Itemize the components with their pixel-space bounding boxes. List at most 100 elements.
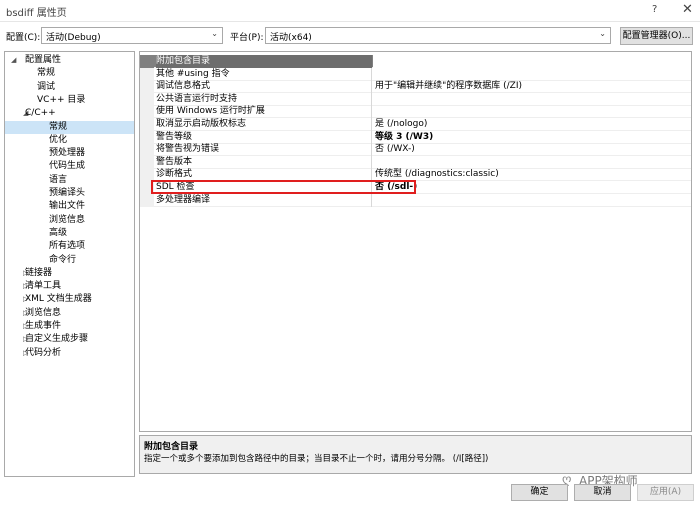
close-button[interactable]: ✕	[682, 2, 693, 17]
property-row[interactable]: SDL 检查否 (/sdl-)	[140, 181, 691, 194]
property-value[interactable]: 否 (/sdl-)	[375, 181, 685, 194]
tree-item[interactable]: VC++ 目录	[5, 94, 134, 107]
property-row[interactable]: 公共语言运行时支持	[140, 92, 691, 106]
description-pane: 附加包含目录 指定一个或多个要添加到包含路径中的目录；当目录不止一个时，请用分号…	[139, 435, 692, 474]
property-row[interactable]: 多处理器编译	[140, 193, 691, 207]
tree-item[interactable]: ▷ 链接器	[5, 267, 134, 280]
collapse-icon[interactable]: ◢	[11, 54, 16, 67]
property-value[interactable]	[375, 68, 685, 81]
row-gutter	[140, 105, 154, 119]
tree-item[interactable]: ▷ 浏览信息	[5, 307, 134, 320]
tree-item[interactable]: ▷ XML 文档生成器	[5, 293, 134, 306]
property-name: 诊断格式	[156, 168, 372, 182]
ok-button[interactable]: 确定	[511, 484, 568, 501]
property-row[interactable]: 其他 #using 指令	[140, 67, 691, 81]
tree-item-label: 预编译头	[49, 188, 86, 198]
cancel-button[interactable]: 取消	[574, 484, 631, 501]
tree-item-label: 输出文件	[49, 201, 86, 212]
tree-item[interactable]: 常规	[5, 67, 134, 80]
tree-item[interactable]: 命令行	[5, 254, 134, 267]
tree-item[interactable]: 语言	[5, 174, 134, 187]
row-gutter	[140, 118, 154, 131]
row-gutter	[140, 155, 154, 169]
tree-item[interactable]: ▷ 生成事件	[5, 320, 134, 333]
property-row[interactable]: 取消显示启动版权标志是 (/nologo)	[140, 118, 691, 131]
tree-item[interactable]: 调试	[5, 81, 134, 94]
tree-item[interactable]: ▷ 自定义生成步骤	[5, 333, 134, 346]
window-title: bsdiff 属性页	[6, 8, 67, 19]
property-name: 取消显示启动版权标志	[156, 118, 372, 131]
row-gutter	[140, 130, 154, 144]
property-name: 其他 #using 指令	[156, 67, 372, 81]
apply-button[interactable]: 应用(A)	[637, 484, 694, 501]
tree-item[interactable]: ◢ 配置属性	[5, 54, 134, 67]
tree-item-label: 预处理器	[49, 148, 86, 159]
property-grid[interactable]: 附加包含目录 其他 #using 指令 调试信息格式 用于"编辑并继续"的程序数据库 …	[139, 51, 692, 432]
tree-item[interactable]: 常规	[5, 120, 134, 134]
property-row[interactable]: 使用 Windows 运行时扩展	[140, 105, 691, 119]
tree-item-label: 语言	[49, 174, 68, 185]
tree-item[interactable]: ◢ C/C++	[5, 107, 134, 120]
row-gutter	[140, 143, 154, 157]
property-value[interactable]	[375, 156, 685, 169]
tree-item-label: 链接器	[25, 267, 53, 278]
tree-item-label: 配置属性	[25, 55, 62, 65]
tree-item-label: XML 文档生成器	[25, 294, 92, 305]
tree-item[interactable]: 浏览信息	[5, 214, 134, 227]
property-row[interactable]: 警告版本	[140, 155, 691, 169]
tree-item[interactable]: 所有选项	[5, 240, 134, 253]
configuration-select[interactable]: 活动(Debug) ⌄	[41, 27, 223, 44]
tree-item[interactable]: ▷ 清单工具	[5, 280, 134, 293]
platform-value: 活动(x64)	[270, 33, 312, 43]
tree-item-label: 常规	[49, 121, 68, 132]
chevron-down-icon: ⌄	[599, 29, 606, 38]
property-name: 调试信息格式	[156, 80, 372, 94]
property-row[interactable]: 诊断格式 传统型 (/diagnostics:classic)	[140, 168, 691, 182]
tree-item-label: 浏览信息	[49, 214, 86, 225]
configuration-manager-button[interactable]: 配置管理器(O)...	[620, 27, 693, 45]
property-row[interactable]: 附加包含目录	[140, 55, 691, 68]
property-name: 使用 Windows 运行时扩展	[156, 105, 372, 119]
tree-item-label: 优化	[49, 134, 68, 145]
property-value[interactable]	[375, 93, 685, 106]
property-row[interactable]: 警告等级 等级 3 (/W3)	[140, 130, 691, 144]
property-value[interactable]: 等级 3 (/W3)	[375, 131, 685, 144]
tree-item[interactable]: 高级	[5, 227, 134, 240]
tree-item[interactable]: 预处理器	[5, 147, 134, 160]
property-row[interactable]: 将警告视为错误否 (/WX-)	[140, 143, 691, 157]
tree-item[interactable]: 代码生成	[5, 160, 134, 173]
property-value[interactable]: 否 (/WX-)	[375, 143, 685, 156]
property-name: 附加包含目录	[156, 55, 372, 68]
row-gutter	[140, 168, 154, 182]
row-gutter	[140, 92, 154, 106]
property-value[interactable]: 用于"编辑并继续"的程序数据库 (/ZI)	[375, 80, 685, 93]
property-value[interactable]: 传统型 (/diagnostics:classic)	[375, 168, 685, 181]
property-value[interactable]	[373, 55, 691, 68]
row-gutter	[140, 80, 154, 94]
property-row[interactable]: 调试信息格式 用于"编辑并继续"的程序数据库 (/ZI)	[140, 80, 691, 94]
tree-item-label: 常规	[37, 68, 56, 79]
property-value[interactable]: 是 (/nologo)	[375, 118, 685, 131]
property-name: 多处理器编译	[156, 193, 372, 207]
title-bar: bsdiff 属性页 ? ✕	[0, 0, 700, 22]
tree-item[interactable]: 输出文件	[5, 200, 134, 213]
tree-item-label: 浏览信息	[25, 307, 62, 318]
row-gutter	[140, 67, 154, 81]
tree-item[interactable]: ▷ 代码分析	[5, 347, 134, 360]
tree-item-label: 代码分析	[25, 347, 62, 358]
configuration-bar: 配置(C): 活动(Debug) ⌄ 平台(P): 活动(x64) ⌄ 配置管理…	[0, 25, 700, 47]
description-text: 指定一个或多个要添加到包含路径中的目录；当目录不止一个时，请用分号分隔。 (/I…	[144, 454, 489, 464]
property-name: 警告等级	[156, 130, 372, 144]
row-gutter	[140, 193, 154, 207]
help-button[interactable]: ?	[652, 4, 657, 15]
tree-item-label: VC++ 目录	[37, 94, 86, 105]
property-tree[interactable]: ◢ 配置属性 常规 调试 VC++ 目录 ◢ C/C++ 常规 优化 预处理器 代码生成 语言 预编译头…	[4, 51, 135, 477]
configuration-value: 活动(Debug)	[46, 33, 101, 43]
property-value[interactable]	[375, 194, 685, 207]
platform-select[interactable]: 活动(x64) ⌄	[265, 27, 611, 44]
tree-item[interactable]: 优化	[5, 134, 134, 147]
property-value[interactable]	[375, 105, 685, 118]
tree-item[interactable]: 预编译头	[5, 187, 134, 200]
tree-item-label: 所有选项	[49, 241, 86, 252]
tree-item-label: 调试	[37, 81, 56, 92]
